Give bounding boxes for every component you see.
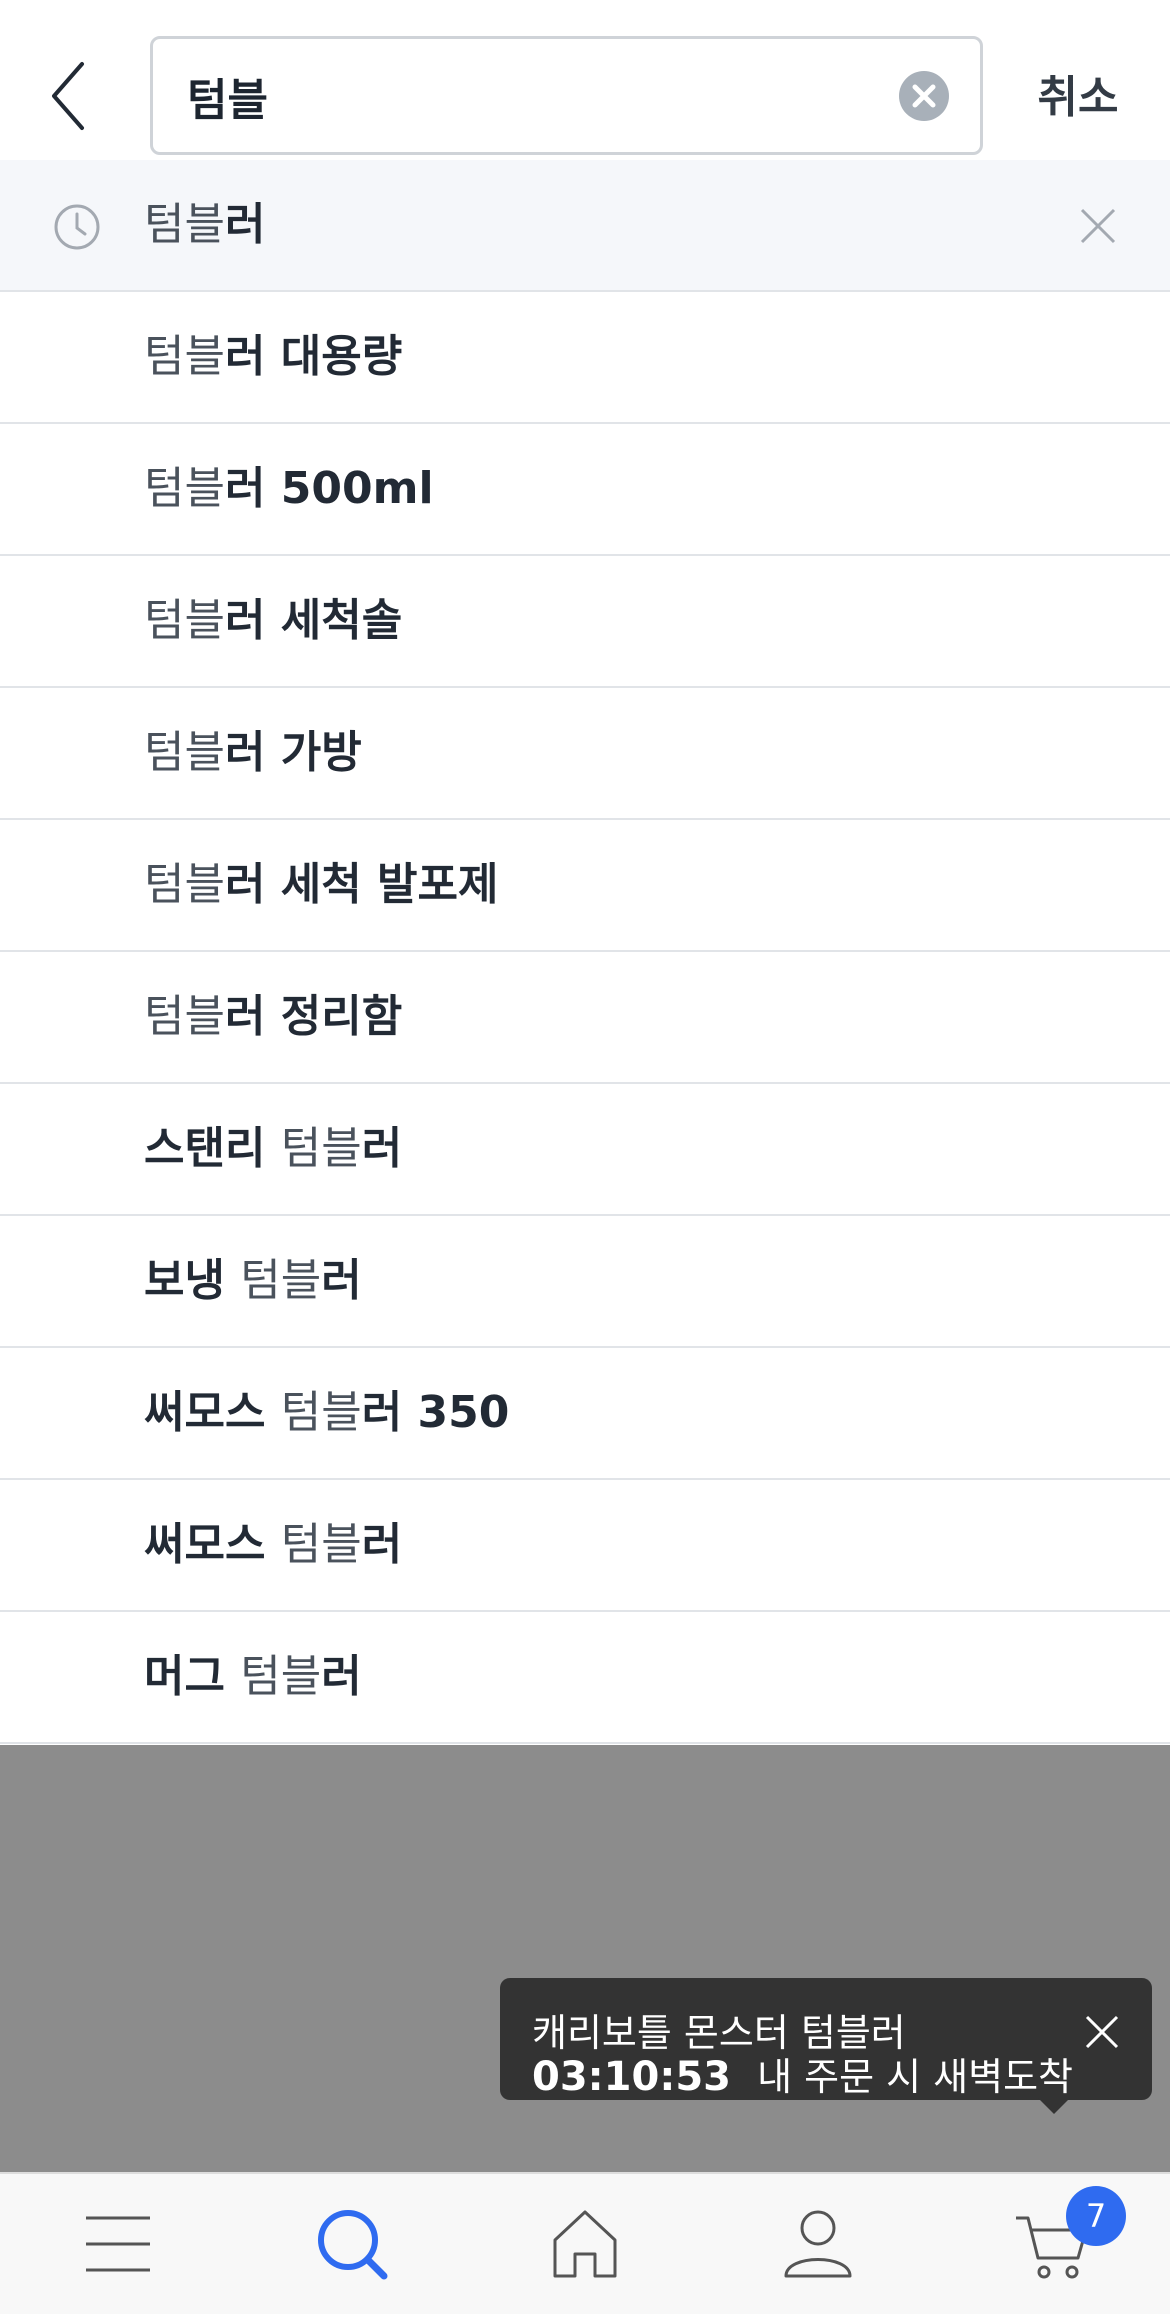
home-icon bbox=[553, 2210, 617, 2278]
suggestion-prefix: 써모스 bbox=[144, 1387, 281, 1438]
suggestion-rest: 러 350 bbox=[361, 1387, 510, 1438]
nav-profile[interactable] bbox=[778, 2204, 858, 2284]
nav-home[interactable] bbox=[545, 2204, 625, 2284]
dim-overlay[interactable] bbox=[0, 1745, 1170, 2172]
suggestion-row[interactable]: 써모스 텀블러 350 bbox=[0, 1348, 1170, 1480]
suggestion-row[interactable]: 텀블러 세척솔 bbox=[0, 556, 1170, 688]
suggestion-text: 텀블러 가방 bbox=[144, 688, 362, 818]
close-icon bbox=[1085, 2015, 1119, 2049]
suggestion-rest: 러 세척 발포제 bbox=[224, 859, 499, 910]
tooltip-delivery-line: 03:10:53 내 주문 시 새벽도착 bbox=[532, 2046, 1073, 2101]
app-root: 취소 텀블러텀블러 대용량텀블러 500ml텀블러 세척솔텀블러 가방텀블러 세… bbox=[0, 0, 1170, 2314]
suggestion-match: 텀블 bbox=[280, 1387, 362, 1438]
chevron-left-icon bbox=[52, 62, 84, 130]
suggestion-row[interactable]: 텀블러 정리함 bbox=[0, 952, 1170, 1084]
suggestion-match: 텀블 bbox=[144, 595, 225, 646]
delivery-tooltip[interactable]: 캐리보틀 몬스터 텀블러 03:10:53 내 주문 시 새벽도착 bbox=[500, 1978, 1152, 2100]
suggestion-rest: 러 bbox=[361, 1519, 403, 1570]
suggestion-text: 텀블러 500ml bbox=[144, 424, 434, 554]
suggestion-match: 텀블 bbox=[144, 859, 225, 910]
search-input[interactable] bbox=[187, 39, 867, 152]
suggestion-rest: 러 세척솔 bbox=[224, 595, 403, 646]
suggestion-match: 텀블 bbox=[240, 1651, 322, 1702]
suggestion-row[interactable]: 텀블러 500ml bbox=[0, 424, 1170, 556]
suggestion-text: 텀블러 bbox=[144, 160, 265, 290]
suggestion-prefix: 스탠리 bbox=[144, 1123, 281, 1174]
suggestion-rest: 러 bbox=[321, 1255, 362, 1306]
suggestion-rest: 러 bbox=[224, 199, 266, 250]
nav-search[interactable] bbox=[312, 2204, 392, 2284]
remove-recent-button[interactable] bbox=[1078, 206, 1118, 246]
suggestion-text: 보냉 텀블러 bbox=[144, 1216, 362, 1346]
menu-icon bbox=[86, 2216, 150, 2272]
suggestion-prefix: 보냉 bbox=[144, 1255, 241, 1306]
suggestion-row[interactable]: 텀블러 가방 bbox=[0, 688, 1170, 820]
back-button[interactable] bbox=[40, 52, 100, 132]
close-icon bbox=[1080, 208, 1116, 244]
suggestion-match: 텀블 bbox=[240, 1255, 322, 1306]
nav-menu[interactable] bbox=[78, 2204, 158, 2284]
suggestion-match: 텀블 bbox=[144, 727, 225, 778]
suggestion-rest: 러 bbox=[321, 1651, 362, 1702]
clear-icon bbox=[912, 84, 936, 108]
suggestion-rest: 러 가방 bbox=[224, 727, 362, 778]
suggestion-match: 텀블 bbox=[280, 1519, 362, 1570]
suggestion-text: 스탠리 텀블러 bbox=[144, 1084, 402, 1214]
suggestion-match: 텀블 bbox=[144, 331, 225, 382]
suggestion-row[interactable]: 텀블러 대용량 bbox=[0, 292, 1170, 424]
tooltip-arrow bbox=[1038, 2098, 1070, 2114]
suggestion-text: 텀블러 세척솔 bbox=[144, 556, 402, 686]
suggestion-text: 머그 텀블러 bbox=[144, 1612, 362, 1742]
suggestion-row[interactable]: 머그 텀블러 bbox=[0, 1612, 1170, 1744]
suggestion-rest: 러 bbox=[361, 1123, 403, 1174]
profile-icon bbox=[784, 2210, 852, 2278]
search-box[interactable] bbox=[150, 36, 983, 155]
suggestion-text: 써모스 텀블러 bbox=[144, 1480, 402, 1610]
suggestion-rest: 러 정리함 bbox=[224, 991, 403, 1042]
suggestion-rest: 러 대용량 bbox=[224, 331, 403, 382]
suggestion-text: 텀블러 대용량 bbox=[144, 292, 402, 422]
suggestion-row[interactable]: 텀블러 세척 발포제 bbox=[0, 820, 1170, 952]
suggestion-list: 텀블러 텀블러 대용량 텀블러 500ml 텀블러 세척솔 텀블러 가방 텀블러 세척 발… bbox=[0, 160, 1170, 1744]
clock-icon bbox=[52, 202, 102, 252]
search-icon bbox=[318, 2210, 388, 2280]
suggestion-match: 텀블 bbox=[144, 199, 225, 250]
suggestion-match: 텀블 bbox=[144, 463, 225, 514]
cancel-button[interactable]: 취소 bbox=[1008, 58, 1148, 138]
clear-search-button[interactable] bbox=[899, 71, 949, 121]
suggestion-prefix: 머그 bbox=[144, 1651, 241, 1702]
suggestion-prefix: 써모스 bbox=[144, 1519, 281, 1570]
cart-badge: 7 bbox=[1066, 2186, 1126, 2246]
search-header: 취소 bbox=[0, 0, 1170, 160]
suggestion-text: 텀블러 정리함 bbox=[144, 952, 402, 1082]
recent-search-row[interactable]: 텀블러 bbox=[0, 160, 1170, 292]
suggestion-row[interactable]: 스탠리 텀블러 bbox=[0, 1084, 1170, 1216]
suggestion-match: 텀블 bbox=[280, 1123, 362, 1174]
tooltip-message: 내 주문 시 새벽도착 bbox=[757, 2055, 1073, 2099]
tooltip-timer: 03:10:53 bbox=[532, 2054, 731, 2100]
suggestion-row[interactable]: 보냉 텀블러 bbox=[0, 1216, 1170, 1348]
suggestion-text: 써모스 텀블러 350 bbox=[144, 1348, 509, 1478]
suggestion-match: 텀블 bbox=[144, 991, 225, 1042]
bottom-nav bbox=[0, 2172, 1170, 2314]
tooltip-close-button[interactable] bbox=[1084, 2014, 1120, 2050]
suggestion-text: 텀블러 세척 발포제 bbox=[144, 820, 499, 950]
suggestion-row[interactable]: 써모스 텀블러 bbox=[0, 1480, 1170, 1612]
suggestion-rest: 러 500ml bbox=[224, 463, 434, 514]
